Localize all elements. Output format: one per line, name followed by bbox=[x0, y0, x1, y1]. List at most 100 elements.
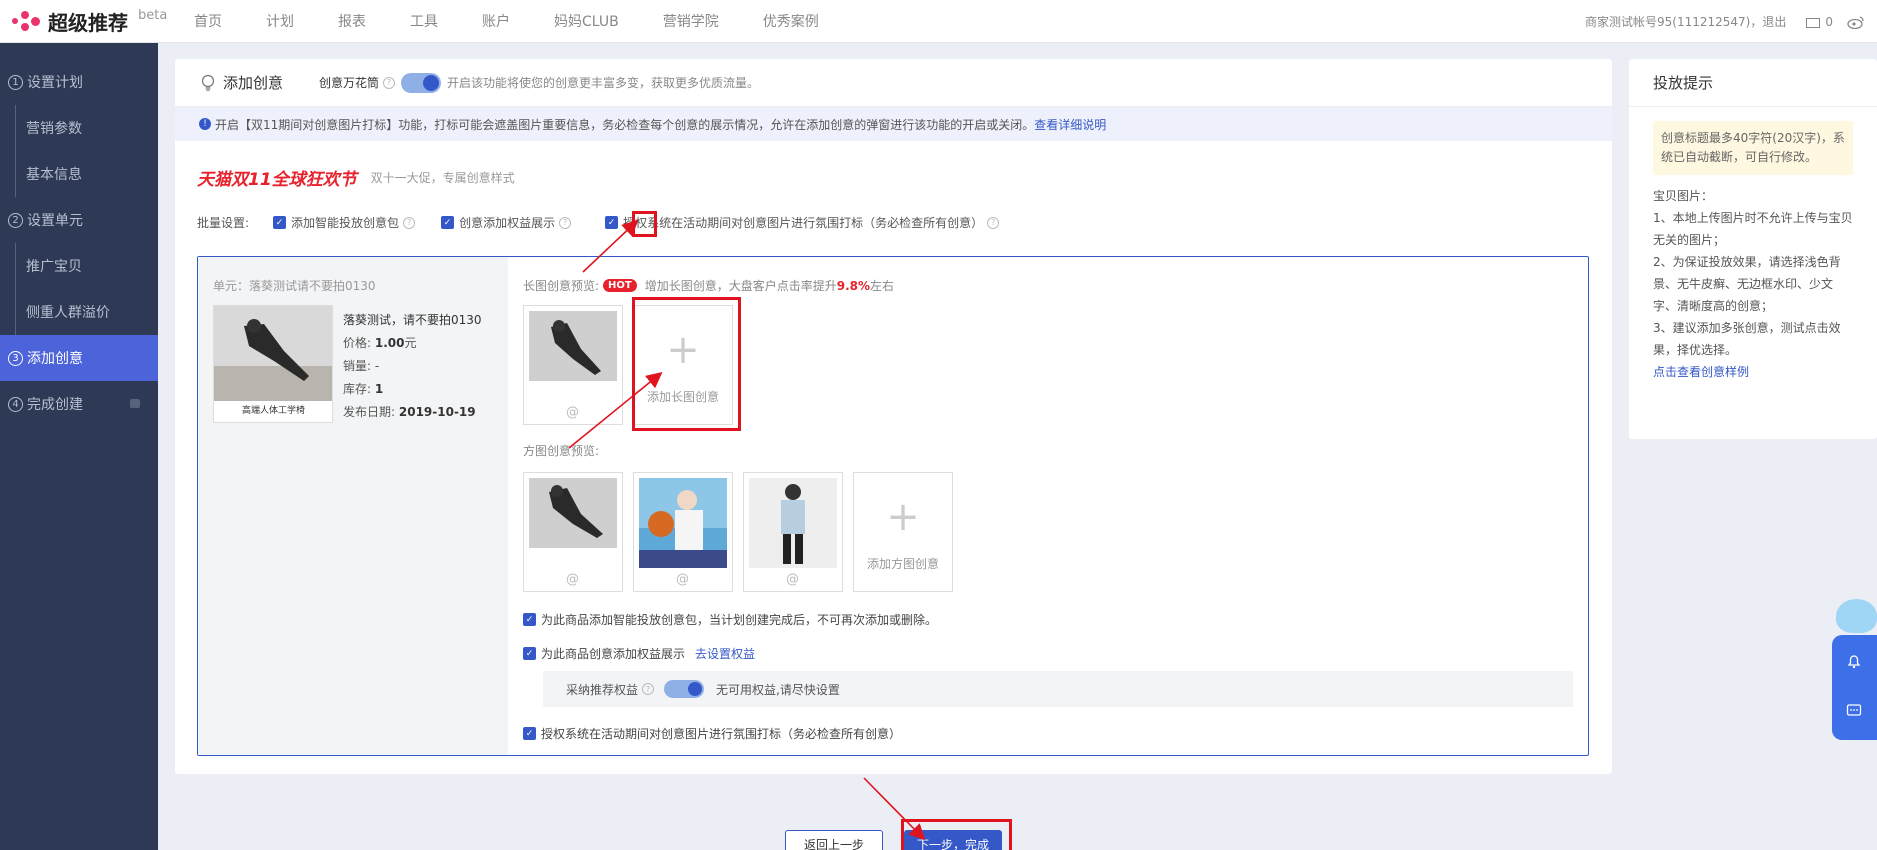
step-label: 基本信息 bbox=[26, 167, 82, 183]
tips-body-title: 宝贝图片： bbox=[1653, 189, 1714, 203]
promo-desc: 双十一大促，专属创意样式 bbox=[370, 171, 515, 185]
step-label: 设置单元 bbox=[27, 213, 83, 229]
square-creative-thumb[interactable]: @ bbox=[743, 472, 843, 592]
sidebar-step-crowd-premium[interactable]: 侧重人群溢价 bbox=[0, 289, 158, 335]
lock-icon bbox=[130, 399, 140, 408]
option-label: 为此商品添加智能投放创意包，当计划创建完成后，不可再次添加或删除。 bbox=[541, 613, 938, 627]
at-icon[interactable]: @ bbox=[566, 572, 579, 587]
option-smart-pack[interactable]: ✓ 为此商品添加智能投放创意包，当计划创建完成后，不可再次添加或删除。 bbox=[523, 611, 937, 628]
nav-item-tools[interactable]: 工具 bbox=[410, 11, 438, 31]
help-icon[interactable]: ? bbox=[559, 216, 572, 229]
square-creative-thumb[interactable]: @ bbox=[633, 472, 733, 592]
price-value: 1.00 bbox=[374, 336, 405, 350]
assistant-mascot-icon[interactable] bbox=[1836, 599, 1877, 633]
batch-rights-display[interactable]: ✓ 创意添加权益展示 ? bbox=[441, 214, 577, 231]
notice-detail-link[interactable]: 查看详细说明 bbox=[1034, 116, 1106, 133]
batch-smart-pack[interactable]: ✓ 添加智能投放创意包 ? bbox=[273, 214, 421, 231]
nav-item-academy[interactable]: 营销学院 bbox=[663, 11, 719, 31]
sales-value: - bbox=[374, 359, 380, 373]
card-title: 添加创意 bbox=[223, 74, 284, 92]
info-icon: ! bbox=[199, 118, 211, 130]
top-bar: 超级推荐 beta 首页 计划 报表 工具 账户 妈妈CLUB 营销学院 优秀案… bbox=[0, 0, 1877, 43]
add-square-creative-button[interactable]: + 添加方图创意 bbox=[853, 472, 953, 592]
step-label: 完成创建 bbox=[27, 397, 83, 413]
view-examples-link[interactable]: 点击查看创意样例 bbox=[1653, 361, 1853, 383]
long-creative-label: 长图创意预览: HOT 增加长图创意，大盘客户点击率提升 9.8% 左右 bbox=[523, 277, 894, 294]
mail-count: 0 bbox=[1825, 14, 1833, 29]
option-rights-display[interactable]: ✓ 为此商品创意添加权益展示 去设置权益 bbox=[523, 645, 755, 662]
sidebar-step-set-plan[interactable]: 1 设置计划 bbox=[0, 59, 158, 105]
sidebar-step-add-creative[interactable]: 3 添加创意 bbox=[0, 335, 158, 381]
bell-icon[interactable] bbox=[1846, 653, 1862, 669]
annotation-box-next-button bbox=[901, 819, 1012, 850]
product-image: 高端人体工学椅 bbox=[213, 305, 333, 423]
price-label: 价格: bbox=[343, 336, 372, 350]
check-icon[interactable]: ✓ bbox=[523, 647, 536, 660]
at-icon[interactable]: @ bbox=[676, 572, 689, 587]
tips-body: 宝贝图片： 1、本地上传图片时不允许上传与宝贝无关的图片； 2、为保证投放效果，… bbox=[1653, 185, 1853, 383]
promo-banner: 天猫双11全球狂欢节 双十一大促，专属创意样式 bbox=[197, 165, 515, 190]
nav-item-club[interactable]: 妈妈CLUB bbox=[554, 11, 619, 31]
square-creative-label: 方图创意预览: bbox=[523, 444, 600, 458]
tips-panel: 投放提示 创意标题最多40字符(20汉字)，系统已自动截断，可自行修改。 宝贝图… bbox=[1629, 59, 1877, 439]
sidebar-step-finish: 4 完成创建 bbox=[0, 381, 158, 427]
chat-icon[interactable] bbox=[1846, 703, 1862, 719]
batch-item-label: 添加智能投放创意包 bbox=[291, 216, 400, 230]
step-number: 4 bbox=[8, 396, 23, 412]
annotation-box-add-long bbox=[632, 297, 741, 431]
help-icon[interactable]: ? bbox=[642, 683, 655, 695]
assistant-widget bbox=[1832, 635, 1877, 740]
account-info[interactable]: 商家测试帐号95(111212547)，退出 bbox=[1585, 13, 1786, 30]
tips-item: 2、为保证投放效果，请选择浅色背景、无牛皮癣、无边框水印、少文字、清晰度高的创意… bbox=[1653, 255, 1841, 313]
help-icon[interactable]: ? bbox=[403, 216, 416, 229]
image-caption: 高端人体工学椅 bbox=[242, 406, 306, 416]
help-icon[interactable]: ? bbox=[987, 216, 1000, 229]
mail-icon[interactable] bbox=[1806, 17, 1821, 28]
check-icon[interactable]: ✓ bbox=[523, 613, 536, 626]
check-icon[interactable]: ✓ bbox=[441, 216, 455, 229]
plus-icon: + bbox=[886, 494, 920, 540]
sidebar-step-marketing-params[interactable]: 营销参数 bbox=[0, 105, 158, 151]
option-authorize-tagging[interactable]: ✓ 授权系统在活动期间对创意图片进行氛围打标（务必检查所有创意） bbox=[523, 725, 901, 742]
tips-title: 投放提示 bbox=[1629, 59, 1877, 107]
nav-item-cases[interactable]: 优秀案例 bbox=[763, 11, 819, 31]
stock-value: 1 bbox=[374, 382, 384, 396]
weibo-icon[interactable] bbox=[1847, 15, 1865, 29]
date-label: 发布日期: bbox=[343, 405, 396, 419]
long-desc-post: 左右 bbox=[870, 279, 895, 293]
sidebar-step-basic-info[interactable]: 基本信息 bbox=[0, 151, 158, 197]
at-icon[interactable]: @ bbox=[786, 572, 799, 587]
sidebar-step-promote-item[interactable]: 推广宝贝 bbox=[0, 243, 158, 289]
check-icon[interactable]: ✓ bbox=[523, 727, 536, 740]
price-unit: 元 bbox=[404, 336, 417, 350]
rights-toggle[interactable] bbox=[664, 680, 705, 698]
back-button[interactable]: 返回上一步 bbox=[785, 830, 883, 850]
check-icon[interactable]: ✓ bbox=[605, 216, 619, 229]
creative-image bbox=[639, 478, 727, 568]
square-creative-thumb[interactable]: @ bbox=[523, 472, 623, 592]
tips-highlight: 创意标题最多40字符(20汉字)，系统已自动截断，可自行修改。 bbox=[1653, 121, 1853, 175]
nav-item-home[interactable]: 首页 bbox=[194, 11, 222, 31]
batch-item-label: 创意添加权益展示 bbox=[459, 216, 556, 230]
check-icon[interactable]: ✓ bbox=[273, 216, 287, 229]
step-label: 侧重人群溢价 bbox=[26, 305, 110, 321]
kaleidoscope-label: 创意万花筒 bbox=[319, 76, 380, 90]
nav-item-account[interactable]: 账户 bbox=[482, 11, 510, 31]
step-label: 营销参数 bbox=[26, 121, 82, 137]
batch-label: 批量设置: bbox=[197, 216, 250, 230]
set-rights-link[interactable]: 去设置权益 bbox=[695, 645, 755, 662]
nav-item-report[interactable]: 报表 bbox=[338, 11, 366, 31]
step-label: 推广宝贝 bbox=[26, 259, 82, 275]
nav-item-plan[interactable]: 计划 bbox=[266, 11, 294, 31]
batch-item-label: 授权系统在活动期间对创意图片进行氛围打标（务必检查所有创意） bbox=[623, 216, 984, 230]
creative-image bbox=[529, 311, 617, 401]
help-icon[interactable]: ? bbox=[383, 76, 396, 89]
batch-authorize-tagging[interactable]: ✓ 授权系统在活动期间对创意图片进行氛围打标（务必检查所有创意） ? bbox=[605, 214, 1005, 231]
at-icon[interactable]: @ bbox=[566, 405, 579, 420]
long-creative-thumb[interactable]: @ bbox=[523, 305, 623, 425]
step-number: 2 bbox=[8, 212, 23, 228]
logo-icon bbox=[10, 9, 44, 33]
logo[interactable]: 超级推荐 beta bbox=[0, 7, 190, 36]
sidebar-step-set-unit[interactable]: 2 设置单元 bbox=[0, 197, 158, 243]
kaleidoscope-toggle[interactable] bbox=[401, 72, 442, 93]
